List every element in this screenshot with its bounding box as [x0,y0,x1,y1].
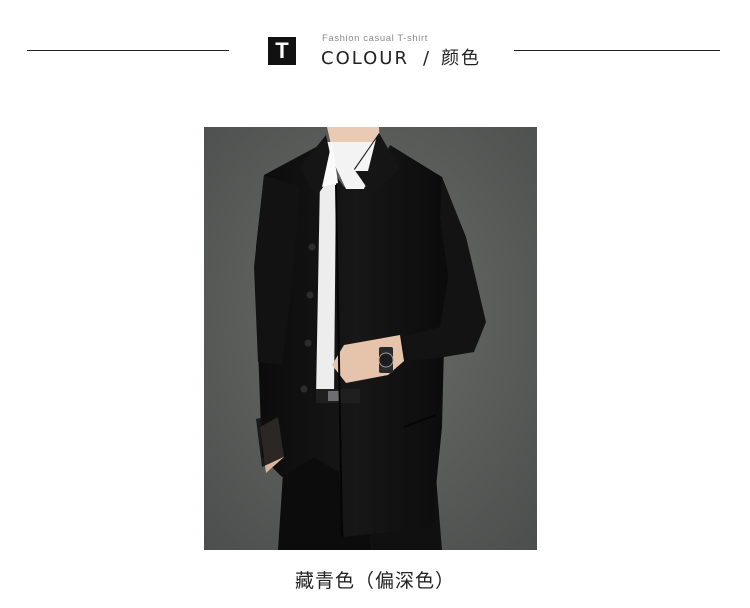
header-rule-left [27,50,229,51]
header-subtitle: Fashion casual T-shirt [322,33,428,44]
heading-chinese: 颜色 [441,48,482,69]
product-photo [204,127,537,550]
header-rule-right [514,50,720,51]
color-caption: 藏青色（偏深色） [294,570,455,592]
heading-english: COLOUR [321,48,409,69]
heading-separator: / [422,48,432,69]
section-heading: COLOUR / 颜色 [321,44,481,70]
t-badge: T [268,37,296,65]
model-illustration [204,127,537,550]
